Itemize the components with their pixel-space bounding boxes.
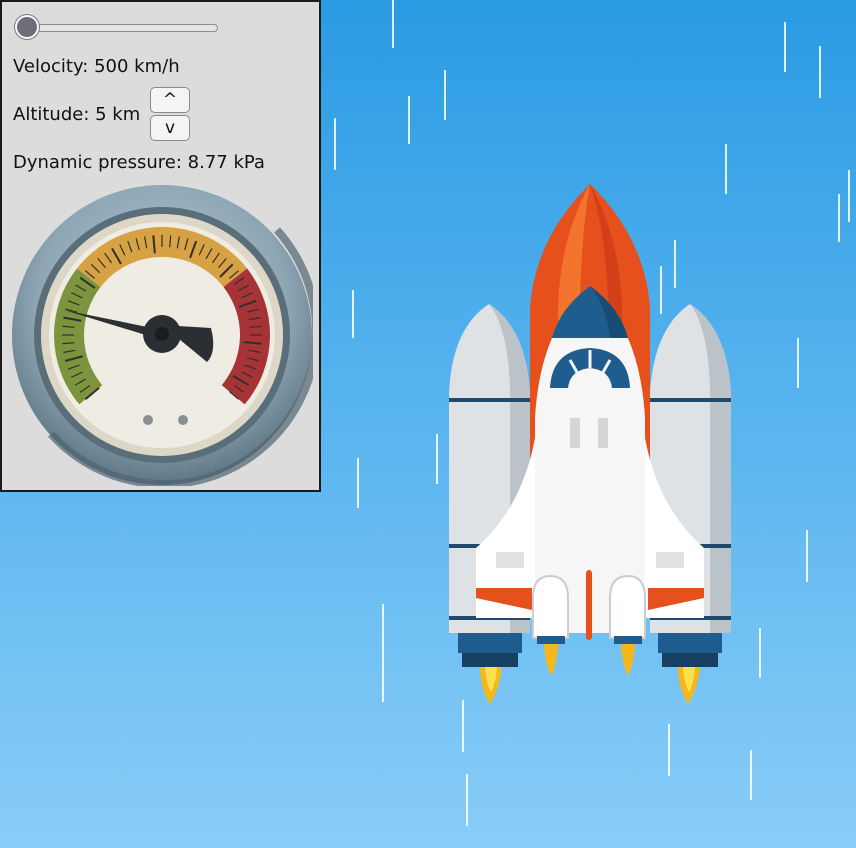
booster-band [449, 398, 530, 402]
right-booster-nozzle [658, 633, 722, 653]
right-booster-nozzle-base [662, 653, 718, 667]
rain-streak [436, 434, 438, 484]
gauge-hub-cap [155, 327, 169, 341]
chevron-down-icon: v [164, 118, 176, 138]
orbiter-engine-right [609, 574, 646, 639]
rain-streak [668, 724, 670, 776]
pressure-gauge-icon [12, 185, 313, 486]
rain-streak [784, 22, 786, 72]
rain-streak [806, 530, 808, 582]
rain-streak [352, 290, 354, 338]
rain-streak [382, 604, 384, 702]
rain-streak [444, 70, 446, 120]
altitude-up-button[interactable]: ^ [150, 87, 190, 113]
rain-streak [466, 774, 468, 826]
altitude-down-button[interactable]: v [150, 115, 190, 141]
velocity-slider-knob[interactable] [15, 15, 39, 39]
hatch [570, 418, 580, 448]
velocity-label: Velocity: 500 km/h [13, 56, 180, 77]
rain-streak [334, 118, 336, 170]
booster-band [650, 398, 731, 402]
velocity-slider-track[interactable] [24, 24, 218, 32]
dynamic-pressure-label: Dynamic pressure: 8.77 kPa [13, 152, 265, 173]
rain-streak [392, 0, 394, 48]
hatch [598, 418, 608, 448]
wing-panel-right [656, 552, 684, 568]
gauge-screw [178, 415, 188, 425]
rain-streak [750, 750, 752, 800]
control-panel: Velocity: 500 km/h Altitude: 5 km ^ v Dy… [0, 0, 321, 492]
rain-streak [759, 628, 761, 678]
gauge-screw [143, 415, 153, 425]
orbiter-engine-flame [621, 644, 635, 676]
rain-streak [357, 458, 359, 508]
rain-streak [408, 96, 410, 144]
rain-streak [797, 338, 799, 388]
left-booster-nozzle-base [462, 653, 518, 667]
orbiter-engine-left [532, 574, 569, 639]
rain-streak [848, 170, 850, 222]
orbiter-engine-flame [544, 644, 558, 676]
orbiter-engine-base [537, 636, 565, 644]
left-booster-nozzle [458, 633, 522, 653]
chevron-up-icon: ^ [162, 90, 178, 110]
space-shuttle-illustration [449, 184, 731, 704]
altitude-label: Altitude: 5 km [13, 104, 141, 125]
rain-streak [819, 46, 821, 98]
orbiter-engine-base [614, 636, 642, 644]
rain-streak [838, 194, 840, 242]
fuselage-center-stripe [586, 570, 592, 640]
wing-panel-left [496, 552, 524, 568]
